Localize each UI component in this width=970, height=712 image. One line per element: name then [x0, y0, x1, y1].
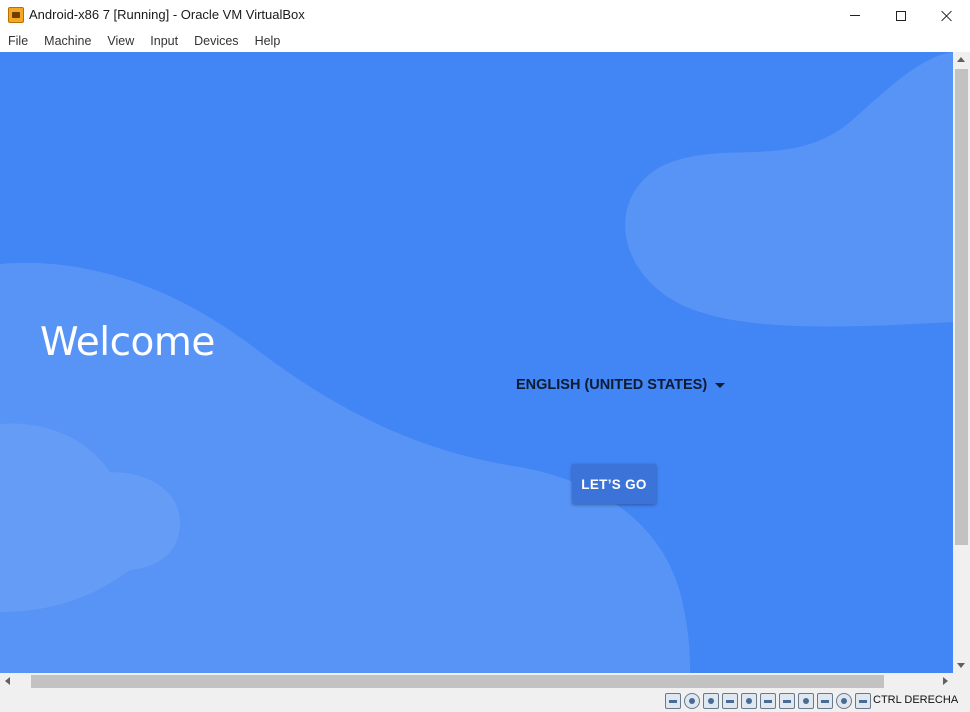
virtualbox-icon — [8, 7, 24, 23]
scroll-left-icon[interactable] — [5, 677, 10, 685]
close-icon — [941, 10, 953, 22]
usb-icon[interactable] — [741, 693, 757, 709]
menu-bar: File Machine View Input Devices Help — [0, 31, 970, 52]
optical-drive-icon[interactable] — [684, 693, 700, 709]
audio-icon[interactable] — [703, 693, 719, 709]
keyboard-capture-icon[interactable] — [855, 693, 871, 709]
scrollbar-corner — [953, 673, 970, 690]
maximize-icon — [896, 10, 906, 21]
maximize-button[interactable] — [878, 0, 924, 31]
mouse-integration-icon[interactable] — [836, 693, 852, 709]
minimize-icon — [850, 15, 860, 16]
menu-machine[interactable]: Machine — [38, 31, 97, 52]
hard-disk-icon[interactable] — [665, 693, 681, 709]
scroll-right-icon[interactable] — [943, 677, 948, 685]
device-status-icons — [665, 693, 871, 709]
minimize-button[interactable] — [832, 0, 878, 31]
vertical-scrollbar[interactable] — [953, 52, 970, 673]
horizontal-scrollbar[interactable] — [0, 673, 953, 690]
menu-view[interactable]: View — [101, 31, 140, 52]
network-icon[interactable] — [722, 693, 738, 709]
menu-devices[interactable]: Devices — [188, 31, 244, 52]
lets-go-button[interactable]: LET’S GO — [572, 464, 656, 504]
host-key-label: CTRL DERECHA — [873, 694, 959, 706]
vertical-scroll-thumb[interactable] — [955, 69, 968, 545]
dropdown-arrow-icon — [715, 382, 726, 388]
window-title: Android-x86 7 [Running] - Oracle VM Virt… — [29, 7, 305, 22]
scroll-up-icon[interactable] — [957, 57, 965, 62]
scroll-down-icon[interactable] — [957, 663, 965, 668]
menu-file[interactable]: File — [2, 31, 34, 52]
shared-folders-icon[interactable] — [760, 693, 776, 709]
video-capture-icon[interactable] — [798, 693, 814, 709]
language-label: ENGLISH (UNITED STATES) — [516, 377, 708, 393]
display-icon[interactable] — [779, 693, 795, 709]
menu-help[interactable]: Help — [249, 31, 287, 52]
cpu-icon[interactable] — [817, 693, 833, 709]
menu-input[interactable]: Input — [144, 31, 184, 52]
horizontal-scroll-thumb[interactable] — [31, 675, 884, 688]
status-bar: CTRL DERECHA — [0, 690, 970, 712]
welcome-heading: Welcome — [40, 320, 215, 365]
close-button[interactable] — [924, 0, 970, 31]
language-dropdown[interactable]: ENGLISH (UNITED STATES) — [516, 377, 726, 393]
title-bar: Android-x86 7 [Running] - Oracle VM Virt… — [0, 0, 970, 31]
vm-display[interactable]: Welcome ENGLISH (UNITED STATES) LET’S GO — [0, 52, 953, 673]
